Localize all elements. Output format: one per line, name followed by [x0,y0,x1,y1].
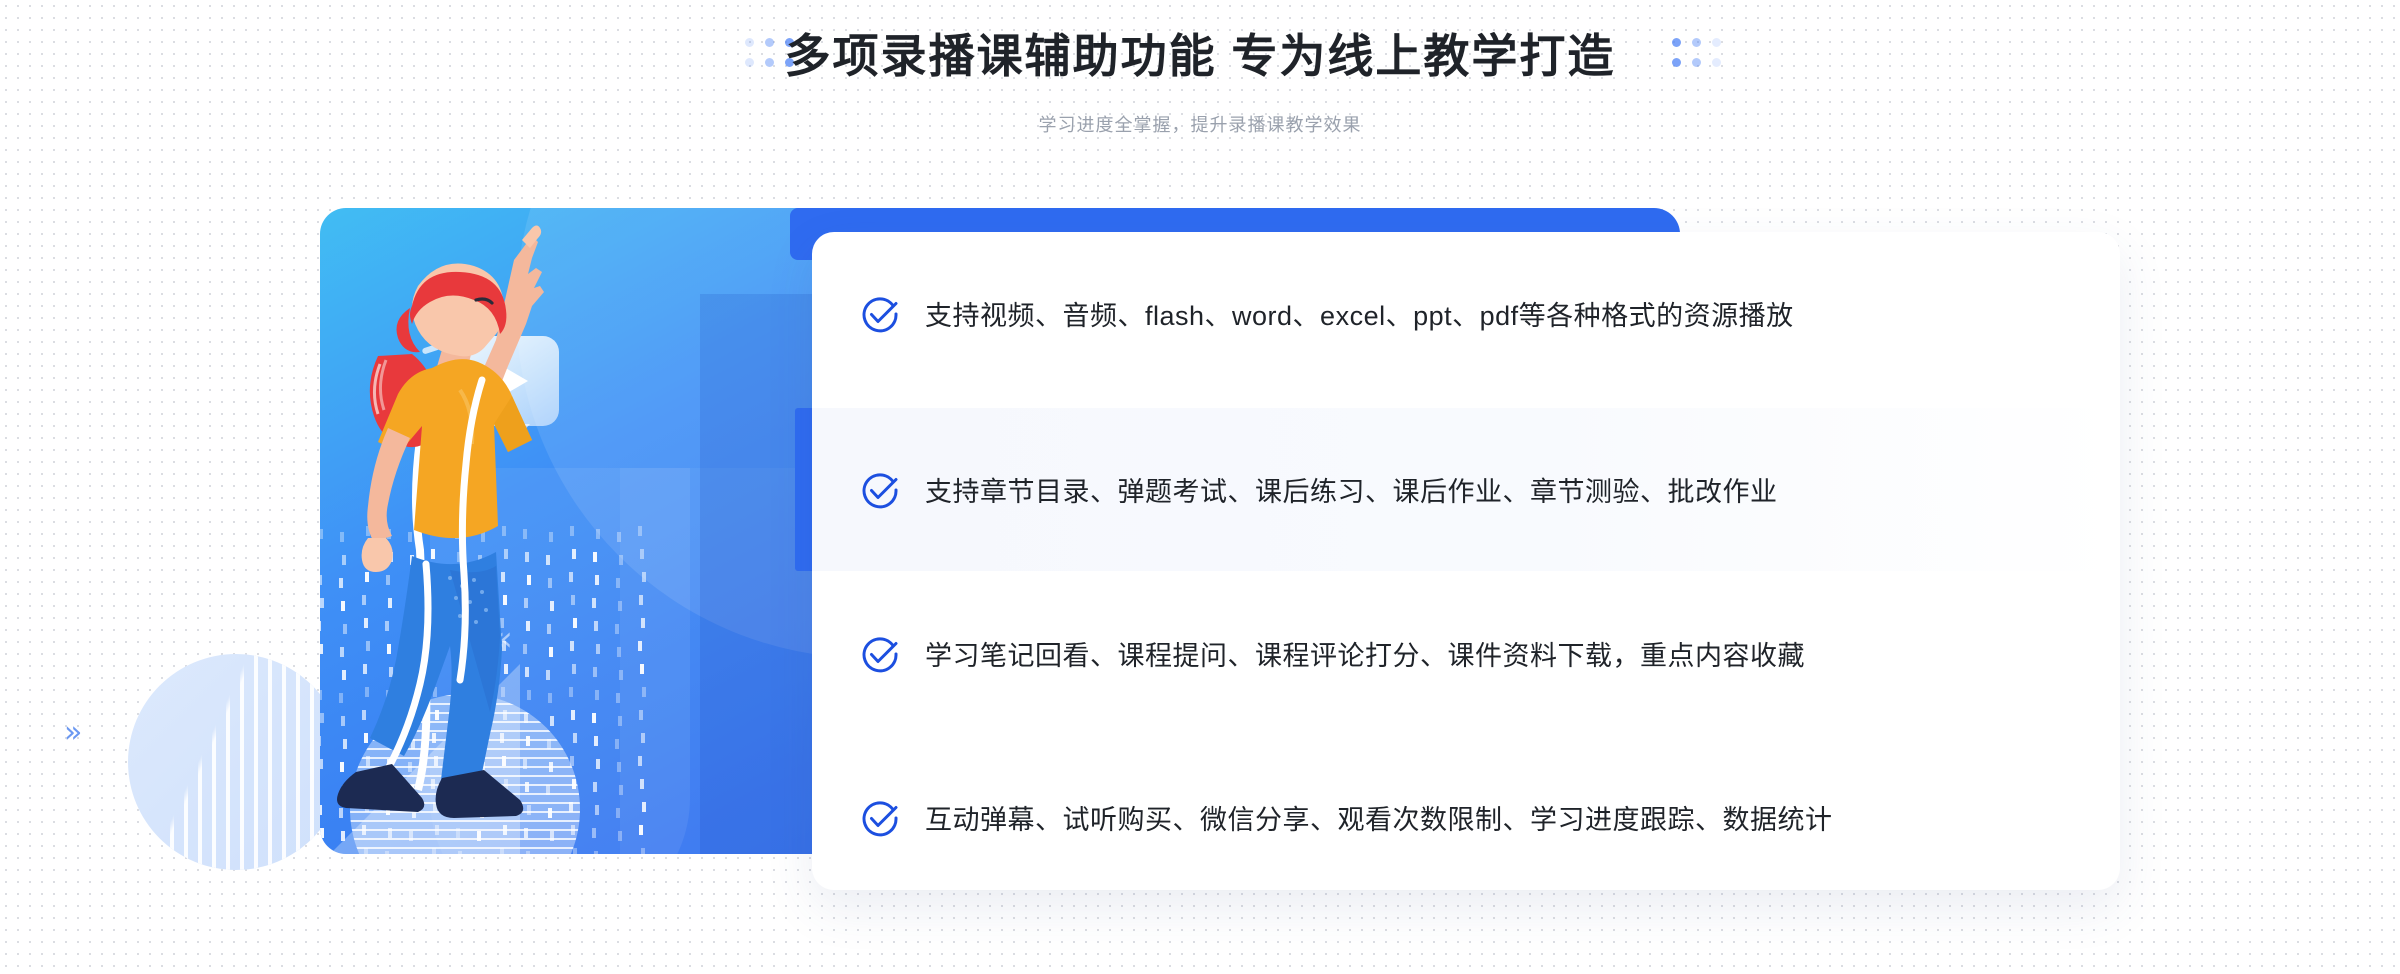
feature-row-3[interactable]: 学习笔记回看、课程提问、课程评论打分、课件资料下载，重点内容收藏 [812,572,2120,735]
check-circle-icon [857,467,903,513]
feature-row-2[interactable]: 支持章节目录、弹题考试、课后练习、课后作业、章节测验、批改作业 [812,408,2120,571]
feature-text: 支持章节目录、弹题考试、课后练习、课后作业、章节测验、批改作业 [925,477,1778,507]
feature-row-4[interactable]: 互动弹幕、试听购买、微信分享、观看次数限制、学习进度跟踪、数据统计 [812,736,2120,890]
feature-text: 支持视频、音频、flash、word、excel、ppt、pdf等各种格式的资源… [925,301,1794,331]
decor-dot [1712,58,1721,67]
decor-dot [1712,38,1721,47]
dash-texture-cell [641,733,645,743]
dash-texture-cell [642,572,646,582]
page-subtitle: 学习进度全掌握，提升录播课教学效果 [1038,115,1362,135]
dash-texture-cell [638,526,642,536]
decor-dot [1692,38,1701,47]
decor-dot [1692,58,1701,67]
page-title: 多项录播课辅助功能 专为线上教学打造 [784,30,1616,82]
check-circle-icon [857,291,903,337]
dash-texture-cell [618,831,622,841]
dash-texture-cell [641,848,645,854]
dash-texture-cell [641,618,645,628]
dash-texture-cell [642,687,646,697]
dash-texture-cell [638,756,642,766]
dash-texture-cell [573,848,577,854]
feature-text: 互动弹幕、试听购买、微信分享、观看次数限制、学习进度跟踪、数据统计 [925,805,1833,835]
feature-row-1[interactable]: 支持视频、音频、flash、word、excel、ppt、pdf等各种格式的资源… [812,232,2120,395]
dash-texture-cell [594,851,598,854]
dash-texture-cell [640,549,644,559]
check-circle-icon [857,795,903,841]
dash-texture-cell [639,710,643,720]
decor-dot [1672,58,1681,67]
dash-texture-cell [640,779,644,789]
feature-list-card: 支持视频、音频、flash、word、excel、ppt、pdf等各种格式的资源… [812,232,2120,890]
dot-grid-decoration-right [1672,38,1721,67]
dash-texture-cell [640,664,644,674]
panel-dark-overlay [700,294,820,854]
dash-texture-cell [638,641,642,651]
check-circle-icon [857,631,903,677]
chevron-double-right-icon: » [64,715,83,750]
decor-dot [1672,38,1681,47]
dash-texture-cell [639,595,643,605]
page-header: 多项录播课辅助功能 专为线上教学打造 学习进度全掌握，提升录播课教学效果 [0,0,2400,160]
dash-texture-cell [642,802,646,812]
feature-text: 学习笔记回看、课程提问、课程评论打分、课件资料下载，重点内容收藏 [925,641,1805,671]
person-pointing-up-illustration [300,140,620,830]
dash-texture-cell [639,825,643,835]
